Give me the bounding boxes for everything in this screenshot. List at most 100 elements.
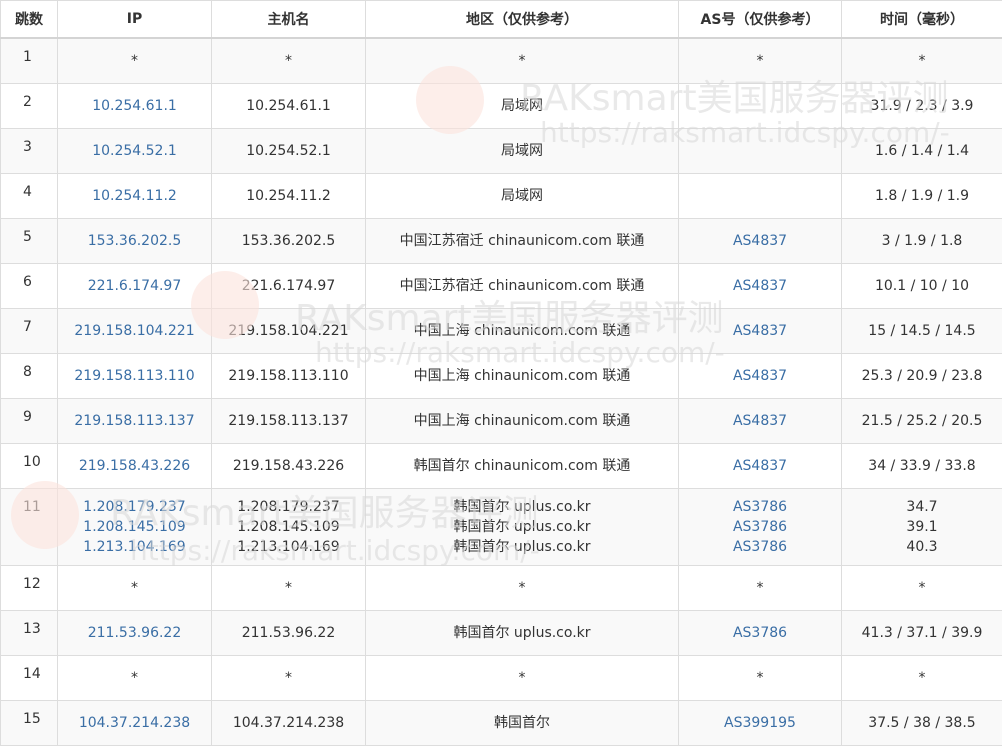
ip-cell[interactable]: 10.254.61.1	[58, 84, 212, 129]
time-cell: 41.3 / 37.1 / 39.9	[842, 611, 1002, 656]
ip-cell[interactable]: 219.158.113.110	[58, 354, 212, 399]
time-cell: 37.5 / 38 / 38.5	[842, 701, 1002, 746]
as-cell[interactable]: AS4837	[679, 264, 842, 309]
header-hop: 跳数	[1, 1, 58, 39]
ip-cell[interactable]: 221.6.174.97	[58, 264, 212, 309]
time-cell-line: 40.3	[842, 537, 1002, 557]
region-cell: 局域网	[366, 84, 679, 129]
traceroute-table: 跳数 IP 主机名 地区（仅供参考） AS号（仅供参考） 时间（毫秒） 1***…	[0, 0, 1002, 746]
as-cell[interactable]: AS4837	[679, 444, 842, 489]
ip-cell[interactable]: 10.254.52.1	[58, 129, 212, 174]
header-ip: IP	[58, 1, 212, 39]
ip-cell[interactable]: 153.36.202.5	[58, 219, 212, 264]
table-row: 111.208.179.2371.208.145.1091.213.104.16…	[1, 489, 1002, 566]
ip-cell[interactable]: 104.37.214.238	[58, 701, 212, 746]
table-body: 1*****210.254.61.110.254.61.1局域网31.9 / 2…	[1, 38, 1002, 746]
table-row: 1*****	[1, 38, 1002, 84]
as-cell	[679, 174, 842, 219]
region-cell: 中国上海 chinaunicom.com 联通	[366, 309, 679, 354]
host-cell: 219.158.104.221	[212, 309, 366, 354]
hop-cell: 2	[1, 84, 58, 129]
hop-cell: 3	[1, 129, 58, 174]
hop-cell: 13	[1, 611, 58, 656]
time-cell: *	[842, 38, 1002, 84]
as-cell[interactable]: AS3786AS3786AS3786	[679, 489, 842, 566]
time-cell: 3 / 1.9 / 1.8	[842, 219, 1002, 264]
header-time: 时间（毫秒）	[842, 1, 1002, 39]
table-row: 410.254.11.210.254.11.2局域网1.8 / 1.9 / 1.…	[1, 174, 1002, 219]
region-cell: 韩国首尔	[366, 701, 679, 746]
hop-cell: 11	[1, 489, 58, 566]
table-row: 14*****	[1, 656, 1002, 701]
host-cell: 219.158.113.137	[212, 399, 366, 444]
table-header-row: 跳数 IP 主机名 地区（仅供参考） AS号（仅供参考） 时间（毫秒）	[1, 1, 1002, 39]
ip-cell[interactable]: 219.158.104.221	[58, 309, 212, 354]
host-cell-line: 1.208.179.237	[212, 497, 365, 517]
header-region: 地区（仅供参考）	[366, 1, 679, 39]
as-cell[interactable]: AS3786	[679, 611, 842, 656]
as-cell-line[interactable]: AS3786	[679, 517, 841, 537]
region-cell: 局域网	[366, 174, 679, 219]
host-cell: 211.53.96.22	[212, 611, 366, 656]
table-row: 7219.158.104.221219.158.104.221中国上海 chin…	[1, 309, 1002, 354]
as-cell: *	[679, 38, 842, 84]
region-cell-line: 韩国首尔 uplus.co.kr	[366, 497, 678, 517]
as-cell: *	[679, 566, 842, 611]
header-host: 主机名	[212, 1, 366, 39]
host-cell: 10.254.11.2	[212, 174, 366, 219]
table-row: 310.254.52.110.254.52.1局域网1.6 / 1.4 / 1.…	[1, 129, 1002, 174]
ip-cell[interactable]: 1.208.179.2371.208.145.1091.213.104.169	[58, 489, 212, 566]
hop-cell: 1	[1, 38, 58, 84]
ip-cell[interactable]: 219.158.113.137	[58, 399, 212, 444]
ip-cell-line[interactable]: 1.213.104.169	[58, 537, 211, 557]
ip-cell-line[interactable]: 1.208.145.109	[58, 517, 211, 537]
region-cell: 中国上海 chinaunicom.com 联通	[366, 354, 679, 399]
ip-cell[interactable]: 211.53.96.22	[58, 611, 212, 656]
time-cell: 34 / 33.9 / 33.8	[842, 444, 1002, 489]
host-cell: 219.158.113.110	[212, 354, 366, 399]
ip-cell[interactable]: 219.158.43.226	[58, 444, 212, 489]
time-cell: *	[842, 656, 1002, 701]
as-cell[interactable]: AS399195	[679, 701, 842, 746]
time-cell: 1.8 / 1.9 / 1.9	[842, 174, 1002, 219]
ip-cell: *	[58, 656, 212, 701]
as-cell[interactable]: AS4837	[679, 399, 842, 444]
as-cell-line[interactable]: AS3786	[679, 497, 841, 517]
host-cell: *	[212, 656, 366, 701]
hop-cell: 4	[1, 174, 58, 219]
as-cell-line[interactable]: AS3786	[679, 537, 841, 557]
hop-cell: 14	[1, 656, 58, 701]
time-cell: 25.3 / 20.9 / 23.8	[842, 354, 1002, 399]
host-cell: 1.208.179.2371.208.145.1091.213.104.169	[212, 489, 366, 566]
as-cell[interactable]: AS4837	[679, 219, 842, 264]
as-cell[interactable]: AS4837	[679, 309, 842, 354]
time-cell-line: 39.1	[842, 517, 1002, 537]
as-cell[interactable]: AS4837	[679, 354, 842, 399]
region-cell: 中国江苏宿迁 chinaunicom.com 联通	[366, 219, 679, 264]
host-cell-line: 1.213.104.169	[212, 537, 365, 557]
ip-cell: *	[58, 566, 212, 611]
region-cell-line: 韩国首尔 uplus.co.kr	[366, 537, 678, 557]
as-cell	[679, 84, 842, 129]
table-row: 12*****	[1, 566, 1002, 611]
ip-cell-line[interactable]: 1.208.179.237	[58, 497, 211, 517]
hop-cell: 15	[1, 701, 58, 746]
time-cell: 31.9 / 2.3 / 3.9	[842, 84, 1002, 129]
table-row: 210.254.61.110.254.61.1局域网31.9 / 2.3 / 3…	[1, 84, 1002, 129]
region-cell: 韩国首尔 uplus.co.kr	[366, 611, 679, 656]
hop-cell: 5	[1, 219, 58, 264]
hop-cell: 6	[1, 264, 58, 309]
region-cell: *	[366, 38, 679, 84]
ip-cell[interactable]: 10.254.11.2	[58, 174, 212, 219]
table-row: 10219.158.43.226219.158.43.226韩国首尔 china…	[1, 444, 1002, 489]
host-cell: 10.254.52.1	[212, 129, 366, 174]
table-row: 8219.158.113.110219.158.113.110中国上海 chin…	[1, 354, 1002, 399]
as-cell: *	[679, 656, 842, 701]
host-cell: *	[212, 38, 366, 84]
hop-cell: 12	[1, 566, 58, 611]
region-cell: 局域网	[366, 129, 679, 174]
table-row: 9219.158.113.137219.158.113.137中国上海 chin…	[1, 399, 1002, 444]
hop-cell: 7	[1, 309, 58, 354]
table-row: 5153.36.202.5153.36.202.5中国江苏宿迁 chinauni…	[1, 219, 1002, 264]
region-cell-line: 韩国首尔 uplus.co.kr	[366, 517, 678, 537]
